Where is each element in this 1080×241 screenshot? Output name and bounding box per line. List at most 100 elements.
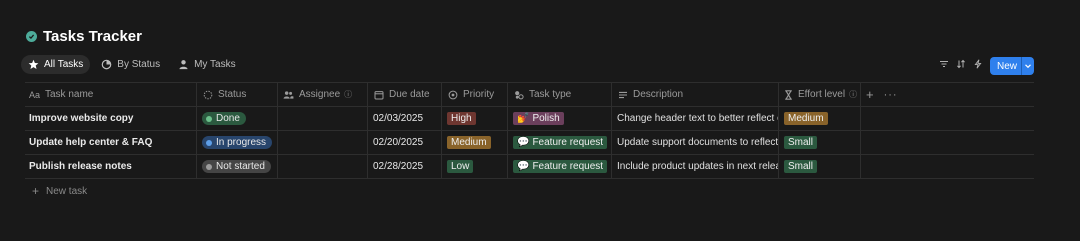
- new-button-label[interactable]: New: [990, 61, 1021, 72]
- column-header-description[interactable]: Description: [612, 83, 779, 106]
- priority-label: High: [451, 113, 472, 124]
- filter-icon[interactable]: [938, 57, 949, 70]
- speech-bubble-icon: 💬: [517, 137, 530, 148]
- tab-label: All Tasks: [44, 59, 84, 70]
- status-cell[interactable]: In progress: [197, 131, 278, 154]
- status-badge[interactable]: Done: [202, 112, 246, 125]
- task-name[interactable]: Update help center & FAQ: [29, 137, 152, 148]
- due-date-cell[interactable]: 02/28/2025: [368, 155, 442, 178]
- task-type-cell[interactable]: 💬 Feature request: [508, 131, 612, 154]
- priority-tag[interactable]: Medium: [447, 136, 491, 149]
- check-circle-icon: [26, 31, 37, 42]
- task-type-cell[interactable]: 💬 Feature request: [508, 155, 612, 178]
- column-header-task-type[interactable]: Task type: [508, 83, 612, 106]
- description-cell[interactable]: Change header text to better reflect our: [612, 107, 779, 130]
- task-name-cell[interactable]: Improve website copy: [25, 107, 197, 130]
- tab-label: By Status: [117, 59, 161, 70]
- status-cell[interactable]: Done: [197, 107, 278, 130]
- info-icon[interactable]: ⓘ: [344, 89, 352, 100]
- effort-cell[interactable]: Small: [779, 155, 861, 178]
- table-header: Aa Task name Status Assignee ⓘ Due date: [25, 82, 1034, 107]
- person-icon: [178, 59, 189, 70]
- effort-label: Medium: [788, 113, 824, 124]
- priority-tag[interactable]: High: [447, 112, 476, 125]
- due-date: 02/03/2025: [373, 113, 424, 124]
- status-label: Done: [216, 113, 240, 124]
- status-dot: [206, 163, 212, 170]
- task-name[interactable]: Improve website copy: [29, 113, 133, 124]
- column-header-status[interactable]: Status: [197, 83, 278, 106]
- priority-cell[interactable]: Medium: [442, 131, 508, 154]
- chevron-down-icon[interactable]: [1022, 62, 1034, 70]
- add-column-icon[interactable]: +: [866, 87, 874, 102]
- assignee-cell[interactable]: [278, 131, 368, 154]
- priority-cell[interactable]: High: [442, 107, 508, 130]
- priority-cell[interactable]: Low: [442, 155, 508, 178]
- table-row[interactable]: Publish release notes Not started 02/28/…: [25, 155, 1034, 179]
- description-cell[interactable]: Include product updates in next release: [612, 155, 779, 178]
- effort-tag[interactable]: Small: [784, 160, 818, 173]
- column-label: Description: [633, 89, 684, 100]
- column-header-assignee[interactable]: Assignee ⓘ: [278, 83, 368, 106]
- task-type-tag[interactable]: 💬 Feature request: [513, 136, 608, 149]
- new-button[interactable]: New: [990, 57, 1034, 75]
- table-row[interactable]: Update help center & FAQ In progress 02/…: [25, 131, 1034, 155]
- extra-cell: [861, 107, 1034, 130]
- task-type-tag[interactable]: 💅 Polish: [513, 112, 564, 125]
- effort-cell[interactable]: Medium: [779, 107, 861, 130]
- hourglass-icon: [784, 89, 793, 100]
- task-name-cell[interactable]: Update help center & FAQ: [25, 131, 197, 154]
- column-header-due-date[interactable]: Due date: [368, 83, 442, 106]
- effort-tag[interactable]: Medium: [784, 112, 828, 125]
- lightning-icon[interactable]: [972, 57, 983, 70]
- view-tabs: All Tasks By Status My Tasks: [21, 55, 243, 74]
- text-property-icon: Aa: [29, 89, 41, 100]
- tab-all-tasks[interactable]: All Tasks: [21, 55, 91, 74]
- plus-icon: +: [32, 184, 40, 198]
- info-icon[interactable]: ⓘ: [849, 89, 857, 100]
- priority-tag[interactable]: Low: [447, 160, 474, 173]
- tab-by-status[interactable]: By Status: [94, 55, 167, 74]
- page-header: Tasks Tracker: [26, 28, 142, 45]
- sort-icon[interactable]: [955, 57, 966, 70]
- effort-tag[interactable]: Small: [784, 136, 818, 149]
- calendar-icon: [373, 89, 384, 100]
- priority-label: Low: [451, 161, 470, 172]
- effort-cell[interactable]: Small: [779, 131, 861, 154]
- column-label: Status: [218, 89, 247, 100]
- task-type-cell[interactable]: 💅 Polish: [508, 107, 612, 130]
- description-text: Update support documents to reflect ne: [617, 137, 779, 148]
- status-dot: [206, 139, 212, 146]
- due-date-cell[interactable]: 02/20/2025: [368, 131, 442, 154]
- column-header-task-name[interactable]: Aa Task name: [25, 83, 197, 106]
- due-date-cell[interactable]: 02/03/2025: [368, 107, 442, 130]
- assignee-cell[interactable]: [278, 107, 368, 130]
- nail-polish-icon: 💅: [517, 113, 530, 124]
- tasks-table: Aa Task name Status Assignee ⓘ Due date: [25, 82, 1034, 203]
- assignee-cell[interactable]: [278, 155, 368, 178]
- task-name[interactable]: Publish release notes: [29, 161, 132, 172]
- table-row[interactable]: Improve website copy Done 02/03/2025 Hig…: [25, 107, 1034, 131]
- description-cell[interactable]: Update support documents to reflect ne: [612, 131, 779, 154]
- status-icon: [202, 89, 213, 100]
- tab-label: My Tasks: [194, 59, 236, 70]
- status-badge[interactable]: In progress: [202, 136, 273, 149]
- effort-label: Small: [788, 161, 814, 172]
- status-icon: [101, 59, 112, 70]
- more-options-icon[interactable]: ···: [884, 89, 898, 101]
- column-header-priority[interactable]: Priority: [442, 83, 508, 106]
- column-label: Assignee: [299, 89, 341, 100]
- column-label: Task name: [45, 89, 94, 100]
- column-actions: + ···: [861, 83, 1034, 106]
- new-task-button[interactable]: + New task: [25, 179, 1034, 203]
- status-badge[interactable]: Not started: [202, 160, 271, 173]
- tab-my-tasks[interactable]: My Tasks: [171, 55, 243, 74]
- task-name-cell[interactable]: Publish release notes: [25, 155, 197, 178]
- text-lines-icon: [617, 89, 628, 100]
- status-label: In progress: [216, 137, 267, 148]
- status-cell[interactable]: Not started: [197, 155, 278, 178]
- column-header-effort-level[interactable]: Effort level ⓘ: [779, 83, 861, 106]
- task-type-tag[interactable]: 💬 Feature request: [513, 160, 608, 173]
- extra-cell: [861, 131, 1034, 154]
- multi-select-icon: [513, 89, 524, 100]
